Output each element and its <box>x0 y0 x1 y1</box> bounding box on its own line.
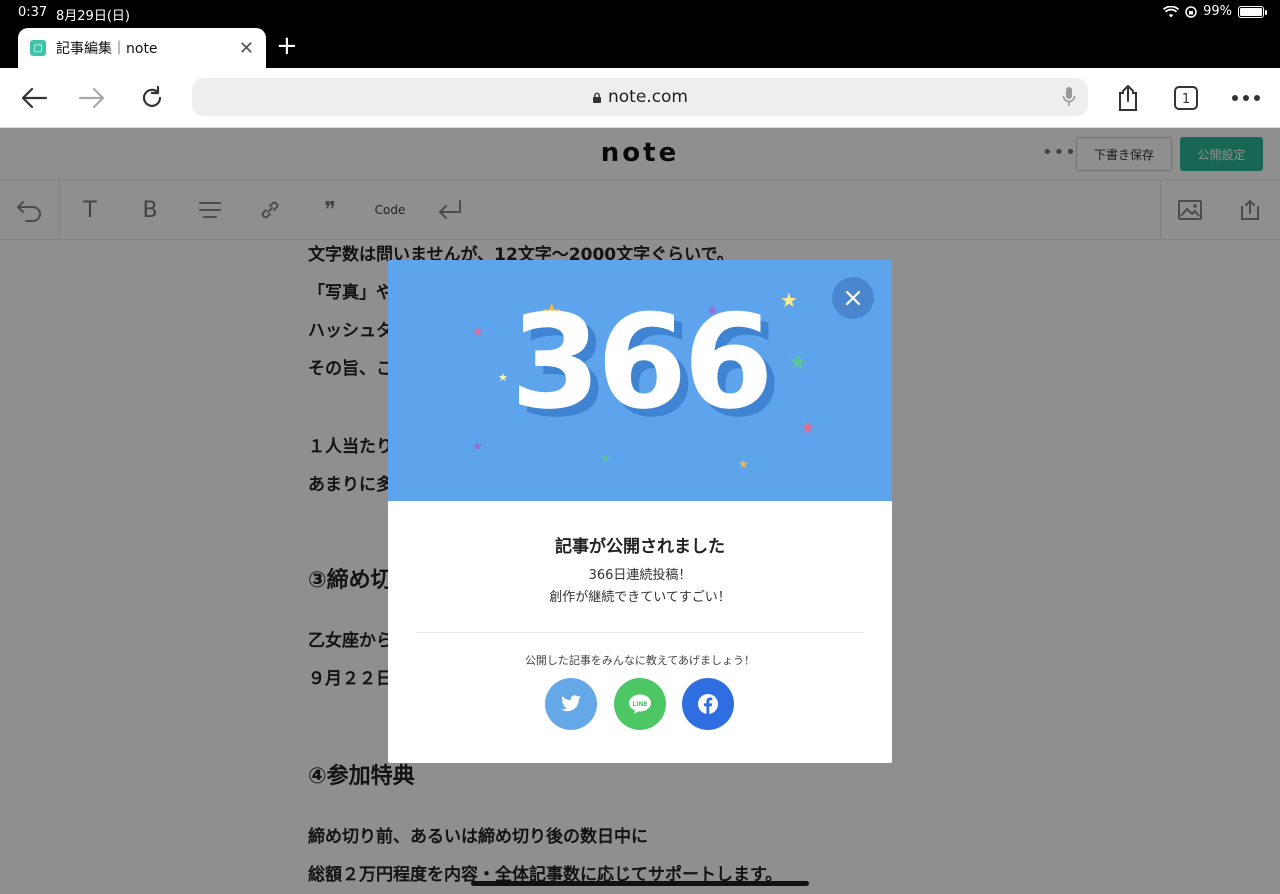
star-icon: ★ <box>738 457 749 471</box>
more-menu-icon[interactable] <box>1228 80 1264 116</box>
tab-close-icon[interactable]: ✕ <box>239 38 254 59</box>
modal-hero: ★ ★ ★ ★ ★ ★ ★ ★ ★ ★ 366 <box>388 260 892 501</box>
wifi-icon <box>1163 5 1180 17</box>
star-icon: ★ <box>472 439 483 453</box>
line-label: LINE <box>632 700 648 708</box>
orientation-lock-icon <box>1185 5 1197 18</box>
twitter-share-button[interactable] <box>545 678 597 730</box>
close-icon <box>845 290 861 306</box>
forward-icon[interactable] <box>74 80 110 116</box>
address-bar[interactable]: note.com <box>192 78 1088 116</box>
star-icon: ★ <box>600 451 611 465</box>
publish-complete-modal: ★ ★ ★ ★ ★ ★ ★ ★ ★ ★ 366 記事が公開されました 366日連… <box>388 260 892 763</box>
reload-icon[interactable] <box>134 80 170 116</box>
modal-message: 366日連続投稿！ <box>588 568 692 583</box>
modal-divider <box>416 632 864 633</box>
url-text: note.com <box>607 87 688 107</box>
new-tab-icon[interactable]: + <box>276 32 298 60</box>
share-icon[interactable] <box>1110 80 1146 116</box>
twitter-icon <box>561 695 581 712</box>
status-time: 0:37 <box>18 5 48 20</box>
close-modal-button[interactable] <box>832 277 874 319</box>
back-icon[interactable] <box>16 80 52 116</box>
line-share-button[interactable]: LINE <box>614 678 666 730</box>
microphone-icon[interactable] <box>1062 86 1076 108</box>
modal-message: 創作が継続できていてすごい！ <box>549 590 731 605</box>
lock-icon <box>592 92 601 103</box>
tab-strip: ▢ 記事編集｜note ✕ + <box>0 26 1280 68</box>
status-bar: 0:37 8月29日(日) 99% <box>0 0 1280 26</box>
battery-percent: 99% <box>1203 4 1232 19</box>
facebook-icon <box>698 694 718 714</box>
browser-toolbar: note.com 1 <box>0 68 1280 128</box>
status-date: 8月29日(日) <box>56 9 130 24</box>
note-favicon-icon: ▢ <box>30 40 46 56</box>
share-prompt: 公開した記事をみんなに教えてあげましょう！ <box>524 654 756 667</box>
home-indicator <box>471 881 809 886</box>
modal-title: 記事が公開されました <box>555 537 725 557</box>
tabs-count-icon[interactable]: 1 <box>1168 80 1204 116</box>
tab-title: 記事編集｜note <box>56 41 158 57</box>
svg-text:1: 1 <box>1182 92 1190 107</box>
streak-count: 366 <box>510 286 773 438</box>
browser-tab[interactable]: ▢ 記事編集｜note ✕ <box>18 28 266 68</box>
facebook-share-button[interactable] <box>682 678 734 730</box>
status-indicators: 99% <box>1163 4 1267 19</box>
battery-icon <box>1238 5 1267 18</box>
